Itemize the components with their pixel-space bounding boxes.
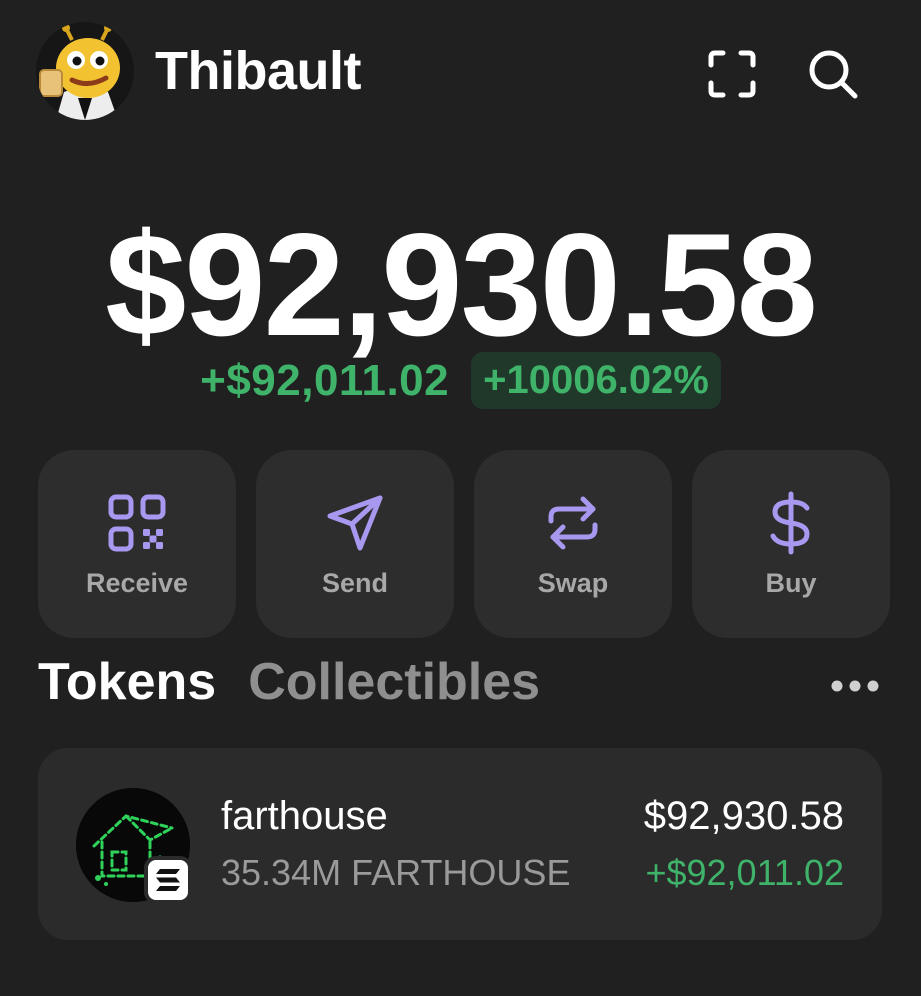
token-change: +$92,011.02	[645, 852, 844, 893]
total-balance: $92,930.58	[105, 203, 818, 366]
avatar[interactable]	[36, 22, 134, 120]
scan-button[interactable]	[705, 47, 759, 101]
wallet-home: Thibault $92,930.58 +$92,011.02 +10006.0…	[0, 0, 921, 996]
balance-change-percent-badge: +10006.02%	[471, 352, 721, 409]
search-button[interactable]	[806, 47, 860, 101]
buy-button[interactable]: Buy	[692, 450, 890, 638]
solana-icon	[156, 869, 180, 891]
token-name: farthouse	[221, 794, 388, 838]
balance-change-row: +$92,011.02 +10006.02%	[0, 352, 921, 409]
send-label: Send	[321, 568, 388, 598]
username[interactable]: Thibault	[155, 40, 361, 102]
token-value: $92,930.58	[643, 794, 844, 838]
send-button[interactable]: Send	[256, 450, 454, 638]
search-icon	[809, 50, 858, 99]
pepe-avatar-icon	[36, 22, 134, 120]
swap-icon	[548, 496, 598, 550]
dollar-icon	[770, 491, 810, 555]
tab-collectibles[interactable]: Collectibles	[248, 652, 540, 712]
asset-tabs: Tokens Collectibles	[38, 652, 540, 712]
more-options-button[interactable]	[826, 670, 884, 702]
token-amount: 35.34M FARTHOUSE	[221, 852, 571, 893]
token-row[interactable]: farthouse 35.34M FARTHOUSE $92,930.58 +$…	[38, 748, 882, 940]
scan-icon	[708, 50, 756, 98]
more-horizontal-icon	[831, 680, 879, 692]
buy-label: Buy	[765, 568, 817, 598]
action-bar: Receive Send Swap Buy	[38, 450, 890, 638]
send-icon	[327, 495, 383, 551]
swap-label: Swap	[537, 568, 609, 598]
balance-change-amount: +$92,011.02	[200, 355, 450, 405]
receive-button[interactable]: Receive	[38, 450, 236, 638]
tab-tokens[interactable]: Tokens	[38, 652, 216, 712]
receive-label: Receive	[85, 568, 189, 598]
swap-button[interactable]: Swap	[474, 450, 672, 638]
qr-code-icon	[108, 494, 166, 552]
chain-badge	[144, 856, 192, 904]
